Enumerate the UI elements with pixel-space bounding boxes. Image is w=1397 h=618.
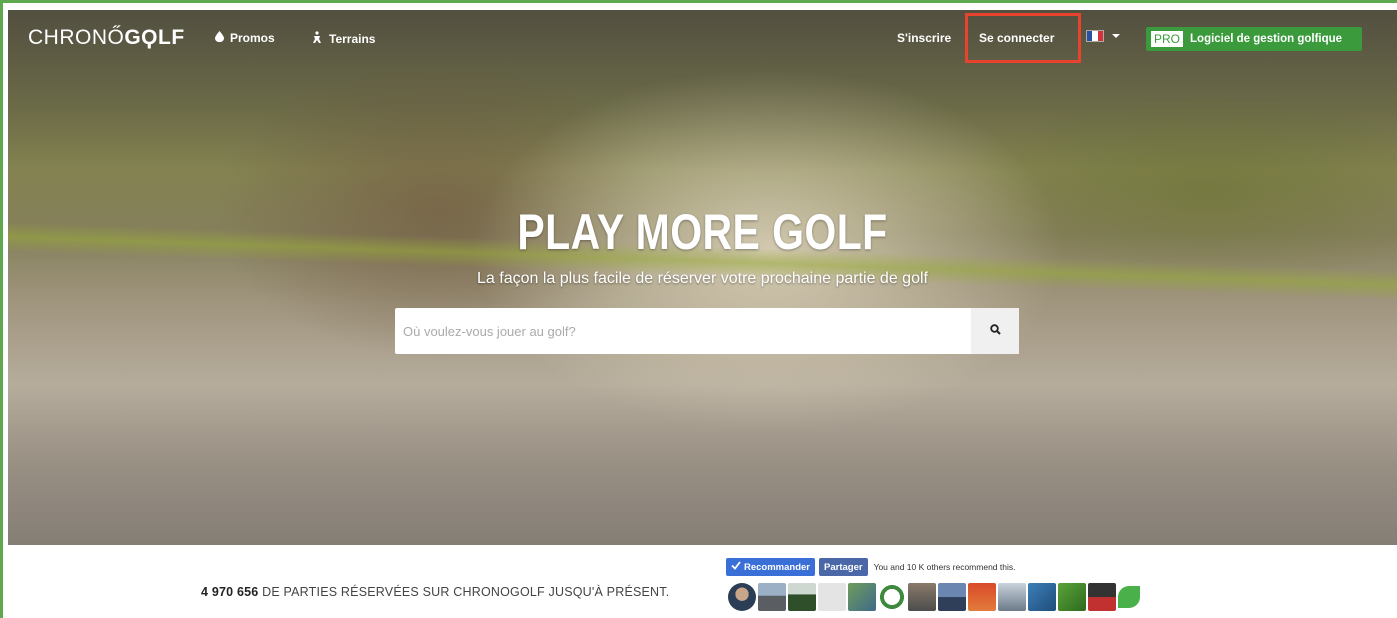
avatar[interactable] (938, 583, 966, 611)
avatar[interactable] (728, 583, 756, 611)
logo-bold-text: GϘLF (124, 26, 185, 49)
avatar[interactable] (848, 583, 876, 611)
avatar[interactable] (908, 583, 936, 611)
chronogolf-logo[interactable]: CHRONŐGϘLF (28, 26, 185, 50)
booking-stats-text: DE PARTIES RÉSERVÉES SUR CHRONOGOLF JUSQ… (258, 585, 670, 599)
avatar[interactable] (758, 583, 786, 611)
drop-icon (215, 31, 224, 45)
avatar[interactable] (968, 583, 996, 611)
course-search-input[interactable] (395, 308, 971, 354)
fb-friends-avatars (728, 583, 1140, 611)
avatar[interactable] (818, 583, 846, 611)
fb-recommend-label: Recommander (744, 561, 810, 573)
avatar[interactable] (1058, 583, 1086, 611)
chevron-down-icon (1112, 34, 1120, 38)
facebook-widget: Recommander Partager You and 10 K others… (726, 558, 1015, 576)
booking-stats: 4 970 656 DE PARTIES RÉSERVÉES SUR CHRON… (201, 583, 681, 602)
fb-recommend-button[interactable]: Recommander (726, 558, 815, 576)
avatar[interactable] (878, 583, 906, 611)
nav-promos-link[interactable]: Promos (215, 31, 275, 45)
hero-title: PLAY MORE GOLF (517, 204, 888, 260)
language-selector[interactable] (1086, 30, 1120, 42)
avatar[interactable] (998, 583, 1026, 611)
fb-share-button[interactable]: Partager (819, 558, 868, 576)
nav-terrains-link[interactable]: Terrains (311, 31, 375, 46)
nav-terrains-label: Terrains (329, 31, 376, 46)
golfer-icon (311, 31, 323, 46)
avatar[interactable] (1088, 583, 1116, 611)
pro-badge: PRO (1150, 30, 1185, 48)
pro-software-button[interactable]: PRO Logiciel de gestion golfique (1146, 27, 1362, 51)
leaf-icon (1118, 586, 1140, 608)
course-search-bar (395, 308, 1019, 354)
top-navigation: CHRONŐGϘLF Promos Terrains S'inscrire Se… (8, 10, 1397, 63)
signup-link[interactable]: S'inscrire (897, 31, 951, 45)
hero-banner: CHRONŐGϘLF Promos Terrains S'inscrire Se… (8, 10, 1397, 545)
login-link[interactable]: Se connecter (979, 31, 1054, 45)
search-button[interactable] (971, 308, 1019, 354)
avatar[interactable] (1028, 583, 1056, 611)
logo-light-text: CHRONŐ (28, 26, 125, 49)
search-icon (989, 322, 1001, 340)
fb-social-text: You and 10 K others recommend this. (873, 562, 1016, 572)
nav-promos-label: Promos (230, 31, 275, 45)
booking-count: 4 970 656 (201, 585, 259, 599)
check-icon (731, 561, 741, 573)
pro-button-label: Logiciel de gestion golfique (1190, 33, 1343, 45)
fb-share-label: Partager (824, 561, 863, 573)
hero-subtitle: La façon la plus facile de réserver votr… (477, 270, 928, 287)
france-flag-icon (1086, 30, 1104, 42)
avatar[interactable] (788, 583, 816, 611)
